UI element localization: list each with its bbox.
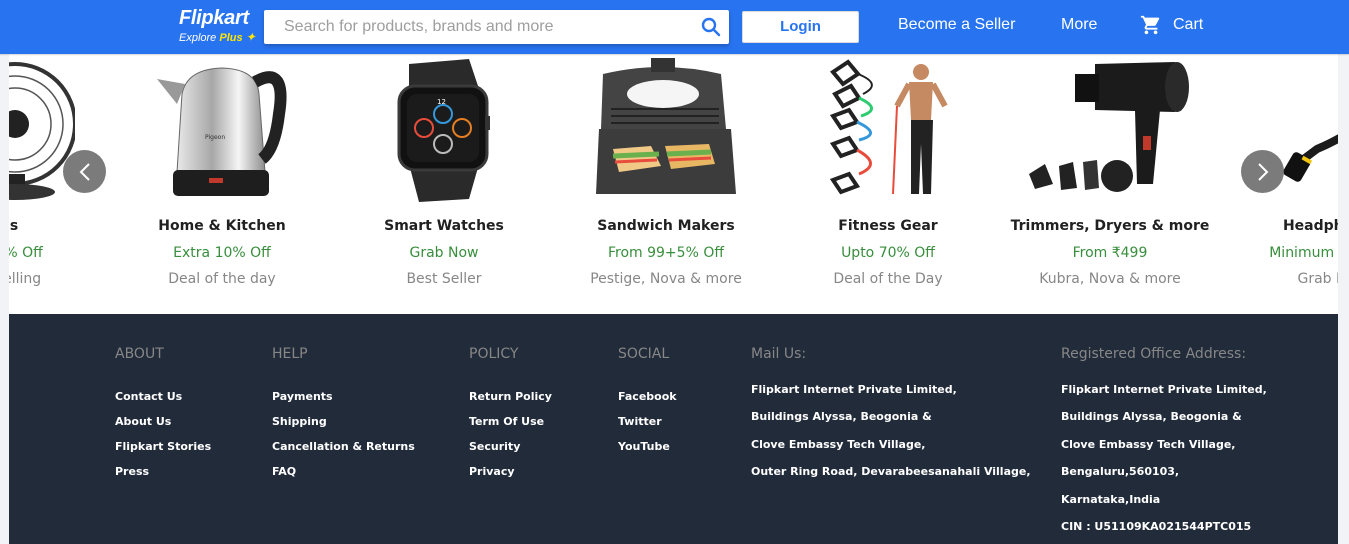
deal-card-trimmers-dryers[interactable]: Trimmers, Dryers & more From ₹499 Kubra,…: [999, 54, 1221, 314]
footer-social-column: SOCIAL Facebook Twitter YouTube: [618, 346, 677, 459]
footer-link-return-policy[interactable]: Return Policy: [469, 384, 552, 409]
logo-sub-text: Explore: [179, 32, 217, 44]
deal-card-smart-watches[interactable]: 12 Smart Watches Grab Now Best Seller: [333, 54, 555, 314]
footer-heading-mail: Mail Us:: [751, 346, 807, 362]
fitness-gear-image: [777, 54, 999, 204]
footer-link-flipkart-stories[interactable]: Flipkart Stories: [115, 434, 211, 459]
card-title: Home & Kitchen: [158, 218, 286, 234]
footer-link-facebook[interactable]: Facebook: [618, 384, 677, 409]
footer-heading-social: SOCIAL: [618, 346, 670, 362]
card-offer: From 99+5% Off: [607, 245, 724, 261]
mail-address-line: Outer Ring Road, Devarabeesanahali Villa…: [751, 465, 1031, 479]
footer-link-contact-us[interactable]: Contact Us: [115, 384, 211, 409]
deal-card-home-kitchen[interactable]: Pigeon Home & Kitchen Extra 10% Off Deal…: [111, 54, 333, 314]
logo-plus-text: Plus: [219, 32, 243, 44]
card-offer: Grab Now: [409, 245, 479, 261]
office-cin-line: CIN : U51109KA021544PTC015: [1061, 520, 1252, 534]
card-title: Headphones: [1282, 218, 1338, 234]
footer-mail-column: Mail Us: Flipkart Internet Private Limit…: [751, 346, 1031, 486]
office-address-line: Bengaluru,560103,: [1061, 465, 1180, 479]
logo-tagline: Explore Plus ✦: [179, 30, 259, 44]
logo-text: Flipkart: [179, 7, 249, 29]
hair-dryer-image: [999, 54, 1221, 204]
smartwatch-image: 12: [333, 54, 555, 204]
footer-heading-policy: POLICY: [469, 346, 519, 362]
cart-label: Cart: [1173, 16, 1204, 33]
deal-card-sandwich-makers[interactable]: Sandwich Makers From 99+5% Off Pestige, …: [555, 54, 777, 314]
card-subtitle: Deal of the day: [168, 271, 276, 287]
card-title: Smart Watches: [384, 218, 504, 234]
office-address-line: Buildings Alyssa, Beogonia &: [1061, 410, 1242, 424]
site-footer: ABOUT Contact Us About Us Flipkart Stori…: [9, 314, 1338, 544]
footer-link-faq[interactable]: FAQ: [272, 459, 415, 484]
card-offer: Extra 10% Off: [173, 245, 271, 261]
footer-link-payments[interactable]: Payments: [272, 384, 415, 409]
footer-link-shipping[interactable]: Shipping: [272, 409, 415, 434]
card-subtitle: Kubra, Nova & more: [1039, 271, 1181, 287]
cart-icon: [1140, 15, 1160, 35]
kettle-image: Pigeon: [111, 54, 333, 204]
plus-star-icon: ✦: [245, 30, 256, 44]
mail-address-line: Buildings Alyssa, Beogonia &: [751, 410, 932, 424]
card-subtitle: Deal of the Day: [833, 271, 943, 287]
cart-link[interactable]: Cart: [1140, 14, 1203, 36]
more-menu[interactable]: More: [1061, 16, 1097, 34]
become-seller-link[interactable]: Become a Seller: [898, 16, 1015, 34]
mail-address-line: Flipkart Internet Private Limited,: [751, 383, 957, 396]
card-title: Trimmers, Dryers & more: [1010, 218, 1210, 234]
card-subtitle: Best Selling: [9, 271, 42, 287]
footer-link-cancellation-returns[interactable]: Cancellation & Returns: [272, 434, 415, 459]
footer-link-twitter[interactable]: Twitter: [618, 409, 677, 434]
footer-link-youtube[interactable]: YouTube: [618, 434, 677, 459]
card-title: Sandwich Makers: [597, 218, 735, 234]
office-address-line: Clove Embassy Tech Village,: [1061, 437, 1236, 451]
card-subtitle: Grab Now: [1297, 271, 1338, 287]
deal-card-fitness-gear[interactable]: Fitness Gear Upto 70% Off Deal of the Da…: [777, 54, 999, 314]
chevron-left-icon: [79, 162, 90, 181]
carousel-prev-button[interactable]: [63, 150, 106, 193]
search-input[interactable]: [264, 10, 684, 44]
deals-carousel: Fans Min 40% Off Best Selling Pigeon Hom…: [9, 54, 1338, 314]
footer-link-privacy[interactable]: Privacy: [469, 459, 552, 484]
footer-office-column: Registered Office Address: Flipkart Inte…: [1061, 346, 1267, 540]
footer-link-term-of-use[interactable]: Term Of Use: [469, 409, 552, 434]
search-icon[interactable]: [701, 17, 721, 37]
card-offer: Minimum 40% Off: [1269, 245, 1338, 261]
office-address-line: Flipkart Internet Private Limited,: [1061, 383, 1267, 396]
footer-help-column: HELP Payments Shipping Cancellation & Re…: [272, 346, 415, 484]
mail-address-line: Clove Embassy Tech Village,: [751, 437, 926, 451]
card-title: Fitness Gear: [838, 218, 938, 234]
card-subtitle: Best Seller: [406, 271, 482, 287]
footer-about-column: ABOUT Contact Us About Us Flipkart Stori…: [115, 346, 211, 484]
login-button[interactable]: Login: [742, 11, 859, 43]
card-offer: Min 40% Off: [9, 245, 43, 261]
search-bar: [264, 10, 729, 44]
footer-link-press[interactable]: Press: [115, 459, 211, 484]
sandwich-maker-image: [555, 54, 777, 204]
footer-heading-office: Registered Office Address:: [1061, 346, 1247, 362]
svg-text:12: 12: [437, 98, 446, 106]
card-offer: Upto 70% Off: [841, 245, 935, 261]
top-navbar: Flipkart Explore Plus ✦ Login Become a S…: [0, 0, 1349, 54]
footer-heading-about: ABOUT: [115, 346, 164, 362]
footer-link-about-us[interactable]: About Us: [115, 409, 211, 434]
office-address-line: Karnataka,India: [1061, 492, 1161, 506]
card-subtitle: Pestige, Nova & more: [590, 271, 742, 287]
flipkart-logo[interactable]: Flipkart Explore Plus ✦: [179, 7, 259, 44]
card-offer: From ₹499: [1072, 245, 1148, 261]
chevron-right-icon: [1257, 162, 1268, 181]
footer-link-security[interactable]: Security: [469, 434, 552, 459]
card-title: Fans: [9, 218, 19, 234]
svg-text:Pigeon: Pigeon: [205, 134, 225, 141]
footer-heading-help: HELP: [272, 346, 308, 362]
footer-policy-column: POLICY Return Policy Term Of Use Securit…: [469, 346, 552, 484]
carousel-next-button[interactable]: [1241, 150, 1284, 193]
